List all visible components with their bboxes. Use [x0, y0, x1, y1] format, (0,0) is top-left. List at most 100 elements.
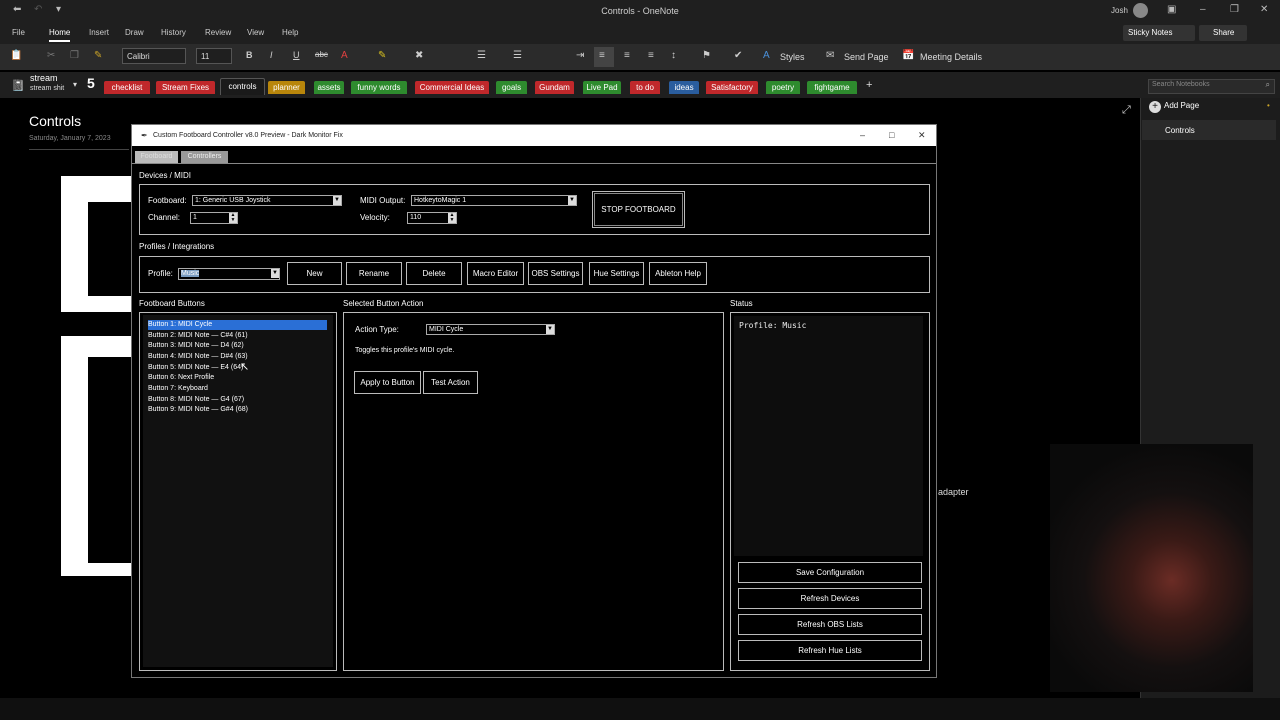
font-name-select[interactable]: Calibri	[122, 48, 186, 64]
menu-help[interactable]: Help	[282, 28, 298, 37]
dialog-titlebar[interactable]: ✒ Custom Footboard Controller v8.0 Previ…	[132, 125, 936, 146]
section-tab[interactable]: ideas	[669, 81, 699, 94]
underline-icon[interactable]: U	[293, 50, 300, 60]
section-tab[interactable]: poetry	[766, 81, 800, 94]
add-page-icon[interactable]: +	[1149, 101, 1161, 113]
search-icon[interactable]: ⌕	[1266, 80, 1270, 90]
menu-review[interactable]: Review	[205, 28, 231, 37]
italic-icon[interactable]: I	[270, 50, 273, 60]
page-list-item-selected[interactable]: Controls	[1142, 120, 1276, 140]
numbering-icon[interactable]: ☰	[513, 50, 522, 61]
section-tab-active[interactable]: controls	[220, 78, 265, 95]
refresh-devices-button[interactable]: Refresh Devices	[738, 588, 922, 609]
menu-draw[interactable]: Draw	[125, 28, 144, 37]
copy-icon[interactable]: ❐	[70, 50, 79, 61]
page-title[interactable]: Controls	[29, 113, 81, 129]
dropdown-arrow-icon[interactable]: ▼	[333, 196, 341, 205]
dialog-maximize-icon[interactable]: □	[889, 125, 894, 146]
menu-file[interactable]: File	[12, 28, 25, 37]
font-color-icon[interactable]: A	[341, 50, 348, 61]
strikethrough-icon[interactable]: abc	[315, 50, 328, 59]
page-text-fragment[interactable]: adapter	[938, 487, 969, 497]
dropdown-arrow-icon[interactable]: ▼	[271, 269, 279, 278]
section-tab[interactable]: Commercial Ideas	[415, 81, 489, 94]
save-configuration-button[interactable]: Save Configuration	[738, 562, 922, 583]
section-tab[interactable]: planner	[268, 81, 305, 94]
midi-output-select[interactable]: HotkeytoMagic 1 ▼	[411, 195, 577, 206]
dialog-minimize-icon[interactable]: –	[860, 125, 865, 146]
footboard-button-item[interactable]: Button 6: Next Profile	[148, 373, 327, 383]
obs-settings-button[interactable]: OBS Settings	[528, 262, 583, 285]
highlight-icon[interactable]: ✎	[378, 50, 386, 61]
channel-spinbox[interactable]: 1 ▲ ▼	[190, 212, 238, 224]
refresh-hue-lists-button[interactable]: Refresh Hue Lists	[738, 640, 922, 661]
avatar[interactable]	[1133, 3, 1148, 18]
ableton-help-button[interactable]: Ableton Help	[649, 262, 707, 285]
dropdown-arrow-icon[interactable]: ▼	[568, 196, 576, 205]
footboard-button-item[interactable]: Button 9: MIDI Note — G#4 (68)	[148, 405, 327, 415]
line-spacing-icon[interactable]: ↕	[671, 50, 676, 61]
action-type-select[interactable]: MIDI Cycle ▼	[426, 324, 555, 335]
section-tab[interactable]: assets	[314, 81, 344, 94]
todo-tag-icon[interactable]: ✔	[734, 50, 742, 61]
notebook-name[interactable]: stream	[30, 73, 58, 83]
stop-footboard-button[interactable]: STOP FOOTBOARD	[592, 191, 685, 228]
search-notebooks-input[interactable]: Search Notebooks ⌕	[1148, 79, 1275, 94]
clear-format-icon[interactable]: ✖	[415, 50, 423, 61]
paste-icon[interactable]: 📋	[10, 50, 22, 61]
format-painter-icon[interactable]: ✎	[94, 50, 102, 61]
footboard-button-item[interactable]: Button 4: MIDI Note — D#4 (63)	[148, 352, 327, 362]
meeting-details-icon[interactable]: 📅	[902, 50, 914, 61]
footboard-select[interactable]: 1: Generic USB Joystick ▼	[192, 195, 342, 206]
tab-footboard[interactable]: Footboard	[135, 151, 178, 163]
section-tab[interactable]: funny words	[351, 81, 407, 94]
tags-icon[interactable]: ⚑	[702, 50, 711, 61]
meeting-details-label[interactable]: Meeting Details	[920, 52, 982, 62]
send-page-label[interactable]: Send Page	[844, 52, 889, 62]
dropdown-arrow-icon[interactable]: ▼	[546, 325, 554, 334]
section-tab[interactable]: to do	[630, 81, 660, 94]
tab-controllers[interactable]: Controllers	[181, 151, 228, 163]
bullets-icon[interactable]: ☰	[477, 50, 486, 61]
section-tab[interactable]: goals	[496, 81, 527, 94]
expand-icon[interactable]: ⤢	[1122, 104, 1131, 117]
send-page-icon[interactable]: ✉	[826, 50, 834, 61]
section-tab[interactable]: Gundam	[535, 81, 574, 94]
minimize-icon[interactable]: –	[1200, 4, 1206, 15]
font-size-select[interactable]: 11	[196, 48, 232, 64]
spin-arrows-icon[interactable]: ▲ ▼	[229, 213, 237, 223]
footboard-button-item[interactable]: Button 2: MIDI Note — C#4 (61)	[148, 331, 327, 341]
footboard-button-item[interactable]: Button 3: MIDI Note — D4 (62)	[148, 341, 327, 351]
restore-icon[interactable]: ❐	[1230, 4, 1239, 15]
section-tab[interactable]: fightgame	[807, 81, 857, 94]
menu-insert[interactable]: Insert	[89, 28, 109, 37]
velocity-spinbox[interactable]: 110 ▲ ▼	[407, 212, 457, 224]
footboard-button-item[interactable]: Button 7: Keyboard	[148, 384, 327, 394]
test-action-button[interactable]: Test Action	[423, 371, 478, 394]
sticky-notes-button[interactable]: Sticky Notes	[1123, 25, 1195, 41]
section-tab[interactable]: Live Pad	[583, 81, 621, 94]
menu-home[interactable]: Home	[49, 28, 71, 42]
add-section-icon[interactable]: +	[866, 79, 872, 91]
styles-icon[interactable]: A	[763, 50, 770, 61]
align-center-icon[interactable]: ≡	[624, 50, 630, 61]
section-tab[interactable]: checklist	[104, 81, 150, 94]
styles-label[interactable]: Styles	[780, 52, 805, 62]
close-icon[interactable]: ✕	[1260, 4, 1268, 15]
align-right-icon[interactable]: ≡	[648, 50, 654, 61]
macro-editor-button[interactable]: Macro Editor	[467, 262, 524, 285]
new-profile-button[interactable]: New	[287, 262, 342, 285]
dialog-close-icon[interactable]: ✕	[918, 125, 926, 146]
share-button[interactable]: Share	[1199, 25, 1247, 41]
menu-view[interactable]: View	[247, 28, 264, 37]
cut-icon[interactable]: ✂	[47, 50, 55, 61]
indent-icon[interactable]: ⇥	[576, 50, 584, 61]
hue-settings-button[interactable]: Hue Settings	[589, 262, 644, 285]
spin-arrows-icon[interactable]: ▲ ▼	[448, 213, 456, 223]
footboard-button-item[interactable]: Button 5: MIDI Note — E4 (64)	[148, 363, 327, 373]
apply-to-button[interactable]: Apply to Button	[354, 371, 421, 394]
refresh-obs-lists-button[interactable]: Refresh OBS Lists	[738, 614, 922, 635]
section-tab[interactable]: Satisfactory	[706, 81, 758, 94]
bold-icon[interactable]: B	[246, 50, 253, 60]
footboard-button-item-selected[interactable]: Button 1: MIDI Cycle	[148, 320, 327, 330]
